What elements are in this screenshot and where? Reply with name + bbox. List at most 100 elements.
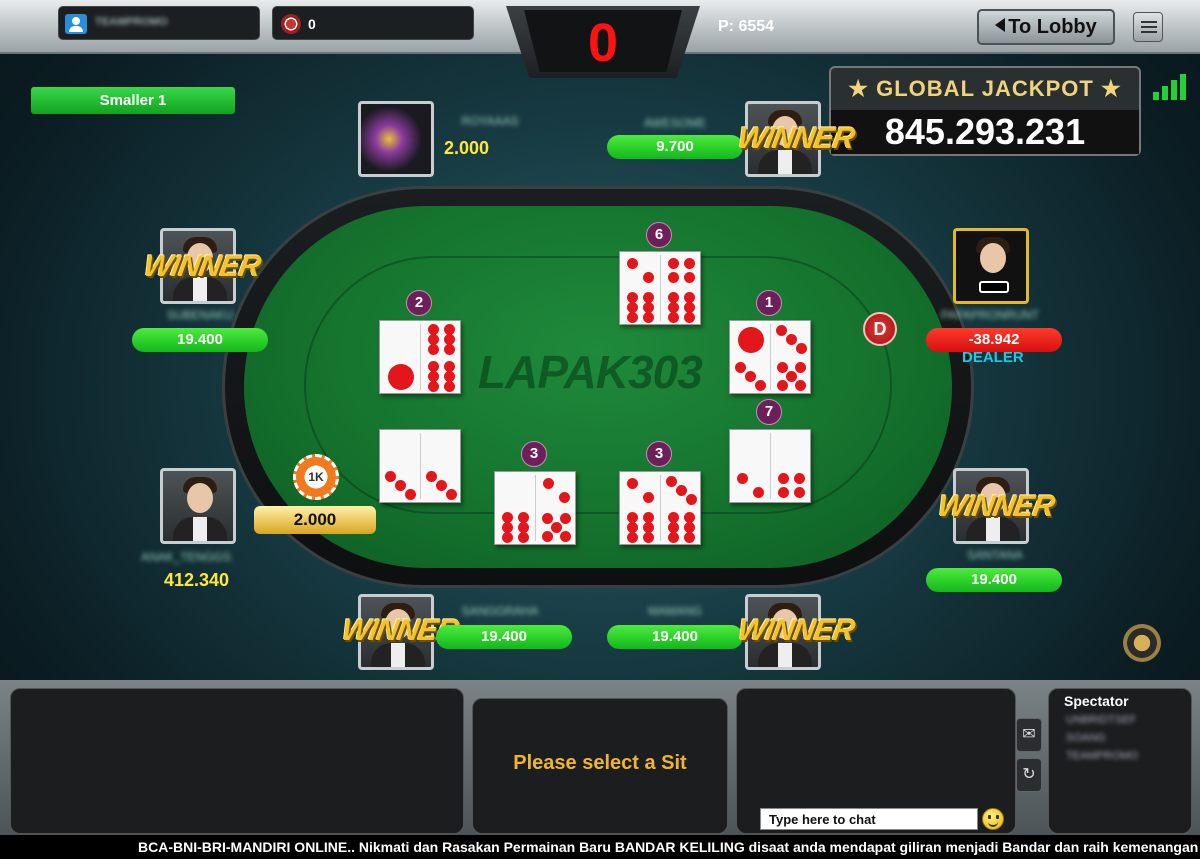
domino-pip (626, 291, 638, 303)
domino-pip (643, 272, 655, 284)
domino-pip (425, 470, 437, 482)
domino-pip (427, 371, 439, 382)
winner-label: WINNER (141, 250, 263, 283)
domino-pip (427, 334, 439, 345)
domino-pip (794, 472, 806, 484)
domino-pip (795, 379, 807, 391)
chip-icon (281, 14, 301, 34)
domino-value-badge: 2 (406, 290, 432, 316)
domino-pip (667, 291, 679, 303)
domino-pip (643, 511, 655, 523)
winner-label: WINNER (935, 490, 1057, 523)
domino-card (619, 251, 701, 325)
domino-pip (684, 291, 696, 303)
domino-pip (667, 272, 679, 284)
domino-pip (643, 302, 655, 313)
domino-pip (542, 477, 554, 489)
domino-card (494, 471, 576, 545)
domino-card (729, 320, 811, 394)
domino-pip (444, 360, 456, 372)
domino-pip (444, 381, 456, 393)
domino-pip (551, 522, 562, 533)
domino-card (379, 320, 461, 394)
avatar[interactable] (358, 101, 434, 177)
domino-card (619, 471, 701, 545)
dealer-button: D (863, 312, 897, 346)
table-logo: LAPAK303 (478, 346, 703, 398)
history-icon[interactable]: ↻ (1016, 758, 1042, 792)
score-value: 0 (587, 13, 619, 73)
domino-pip (446, 489, 458, 501)
domino-pip (684, 522, 696, 533)
domino-pip (643, 522, 655, 533)
menu-icon[interactable] (1133, 12, 1163, 42)
domino-pip (667, 532, 679, 544)
domino-pip (626, 257, 638, 269)
avatar[interactable] (160, 468, 236, 544)
domino-pip (786, 334, 797, 345)
domino-pip (795, 362, 807, 374)
domino-value-badge: 3 (646, 441, 672, 467)
bet-amount: 2.000 (254, 506, 376, 534)
user-icon (65, 14, 87, 34)
domino-pip (734, 361, 746, 373)
domino-pip (626, 522, 638, 533)
chat-bubble-icon[interactable]: ✉ (1016, 718, 1042, 752)
domino-pip (684, 272, 696, 284)
domino-pip (667, 522, 679, 533)
spectator-title: Spectator (1064, 693, 1129, 709)
jackpot-title: ★ GLOBAL JACKPOT ★ (848, 76, 1122, 101)
signal-icon (1153, 72, 1187, 100)
domino-pip (643, 532, 655, 544)
domino-pip (665, 475, 677, 487)
domino-pip (501, 522, 513, 533)
domino-pip (684, 257, 696, 269)
player-name: SANTANA (967, 548, 1023, 562)
news-ticker: BCA-BNI-BRI-MANDIRI ONLINE.. Nikmati dan… (0, 835, 1200, 859)
spectator-name: UNBRIDTSEF (1066, 714, 1137, 726)
domino-pip (684, 511, 696, 523)
domino-pip (737, 326, 764, 353)
domino-pip (667, 257, 679, 269)
domino-pip (667, 511, 679, 523)
domino-pip (755, 380, 767, 392)
winner-label: WINNER (735, 614, 857, 647)
domino-pip (794, 487, 806, 499)
domino-pip (777, 487, 789, 499)
domino-pip (684, 302, 696, 313)
emoji-icon[interactable] (982, 808, 1004, 830)
player-name: SUBENAKU (166, 308, 234, 322)
domino-pip (736, 472, 748, 484)
global-jackpot-panel: ★ GLOBAL JACKPOT ★ 845.293.231 (829, 66, 1141, 156)
to-lobby-label: To Lobby (1008, 16, 1097, 38)
user-box: TEAMPROMO (58, 6, 260, 40)
winner-label: WINNER (735, 122, 857, 155)
speaker-icon[interactable] (1123, 624, 1161, 662)
chat-input[interactable] (760, 808, 978, 830)
domino-pip (395, 480, 406, 491)
rule-banner: Smaller 1 (31, 87, 235, 114)
spectator-name: SOANG (1066, 732, 1106, 744)
domino-pip (626, 511, 638, 523)
arrow-left-icon (995, 18, 1006, 32)
domino-value-badge: 6 (646, 222, 672, 248)
score-display: 0 (506, 6, 700, 78)
game-stage: TEAMPROMO 0 0 P: 6554 To Lobby ★ GLOBAL … (0, 0, 1200, 859)
username: TEAMPROMO (95, 16, 168, 28)
player-name: ANAK_TENGGS (140, 550, 232, 564)
domino-pip (436, 480, 447, 491)
domino-pip (501, 511, 513, 523)
domino-pip (444, 323, 456, 335)
domino-pip (626, 477, 638, 489)
domino-pip (786, 371, 797, 382)
domino-pip (427, 360, 439, 372)
domino-pip (667, 312, 679, 324)
domino-pip (444, 344, 456, 356)
domino-pip (643, 291, 655, 303)
avatar[interactable] (953, 228, 1029, 304)
domino-pip (518, 511, 530, 523)
domino-pip (775, 324, 787, 336)
to-lobby-button[interactable]: To Lobby (977, 9, 1115, 45)
domino-card (729, 429, 811, 503)
domino-pip (444, 334, 456, 345)
